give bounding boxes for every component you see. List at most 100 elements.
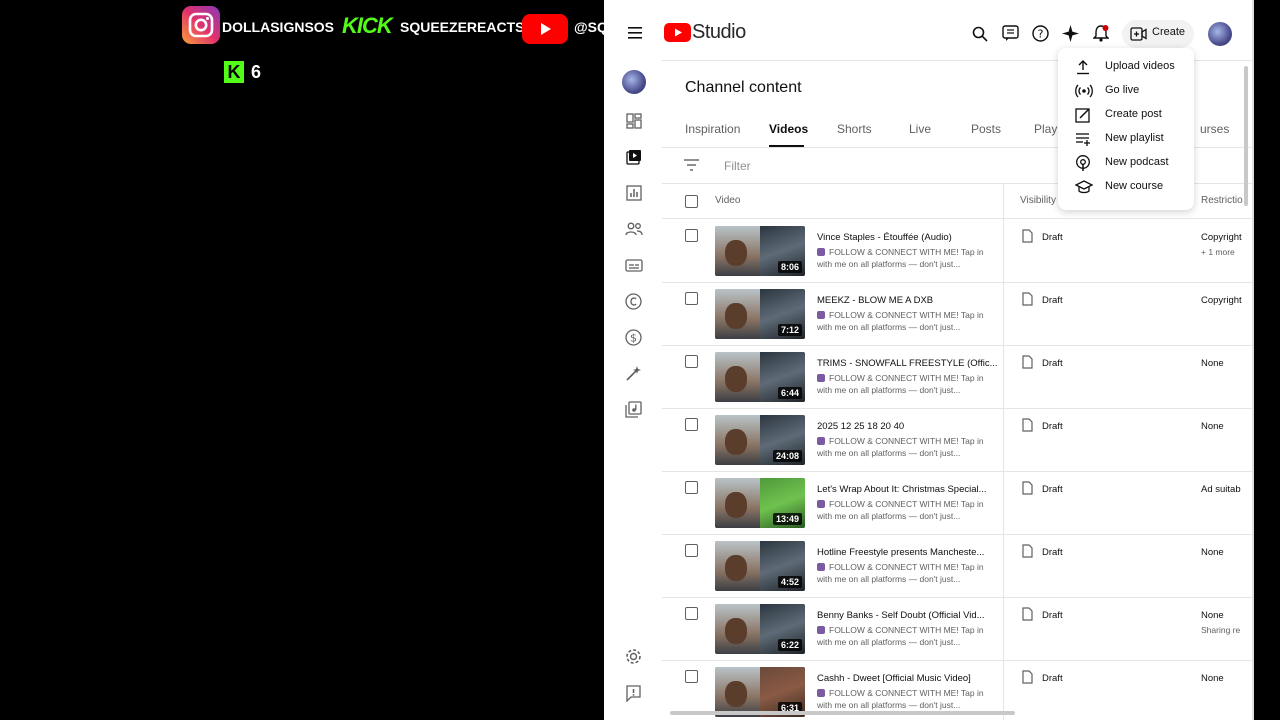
studio-logo-text[interactable]: Studio xyxy=(692,21,746,44)
content-icon[interactable] xyxy=(626,149,642,165)
column-header-visibility[interactable]: Visibility xyxy=(1020,195,1056,206)
search-icon[interactable] xyxy=(972,26,988,42)
tab-playlists[interactable]: Playl xyxy=(1034,122,1060,136)
notifications-bell-icon[interactable] xyxy=(1093,24,1109,42)
draft-icon xyxy=(1022,481,1033,495)
youtube-handle: @SQ xyxy=(574,19,604,35)
live-broadcast-icon xyxy=(1075,84,1093,98)
row-checkbox[interactable] xyxy=(685,229,698,242)
row-checkbox[interactable] xyxy=(685,292,698,305)
video-description: FOLLOW & CONNECT WITH ME! Tap in with me… xyxy=(817,499,984,521)
dashboard-icon[interactable] xyxy=(626,113,642,129)
video-description-emoji-icon xyxy=(817,500,825,508)
video-duration: 4:52 xyxy=(777,576,802,588)
table-row[interactable]: 6:44 TRIMS - SNOWFALL FREESTYLE (Offic..… xyxy=(604,345,1254,408)
menu-item-create-post[interactable]: Create post xyxy=(1058,103,1194,127)
video-thumbnail[interactable]: 24:08 xyxy=(715,415,805,465)
menu-item-new-playlist[interactable]: New playlist xyxy=(1058,127,1194,151)
menu-item-label: Upload videos xyxy=(1105,60,1175,72)
instagram-handle: DOLLASIGNSOS xyxy=(222,19,335,35)
svg-text:?: ? xyxy=(1038,28,1044,41)
video-title[interactable]: Hotline Freestyle presents Mancheste... xyxy=(817,547,984,558)
video-thumbnail[interactable]: 13:49 xyxy=(715,478,805,528)
menu-item-new-podcast[interactable]: New podcast xyxy=(1058,151,1194,175)
select-all-checkbox[interactable] xyxy=(685,195,698,208)
row-checkbox[interactable] xyxy=(685,418,698,431)
menu-item-upload-videos[interactable]: Upload videos xyxy=(1058,55,1194,79)
visibility-status[interactable]: Draft xyxy=(1042,358,1063,369)
window-edge xyxy=(1252,0,1254,720)
draft-icon xyxy=(1022,418,1033,432)
video-description-emoji-icon xyxy=(817,563,825,571)
menu-item-label: Create post xyxy=(1105,108,1162,120)
visibility-status[interactable]: Draft xyxy=(1042,295,1063,306)
vertical-scrollbar[interactable] xyxy=(1244,66,1248,206)
table-row[interactable]: 8:06 Vince Staples - Étouffée (Audio) FO… xyxy=(604,219,1254,282)
row-checkbox[interactable] xyxy=(685,544,698,557)
draft-icon xyxy=(1022,670,1033,684)
filter-input[interactable]: Filter xyxy=(724,159,751,173)
video-thumbnail[interactable]: 8:06 xyxy=(715,226,805,276)
restriction-status: Copyright xyxy=(1201,232,1242,243)
video-title[interactable]: 2025 12 25 18 20 40 xyxy=(817,421,904,432)
row-checkbox[interactable] xyxy=(685,481,698,494)
draft-icon xyxy=(1022,355,1033,369)
video-title[interactable]: Cashh - Dweet [Official Music Video] xyxy=(817,673,971,684)
video-thumbnail[interactable]: 6:22 xyxy=(715,604,805,654)
menu-icon[interactable] xyxy=(628,27,642,39)
youtube-studio-logo-icon[interactable] xyxy=(664,23,691,42)
visibility-status[interactable]: Draft xyxy=(1042,673,1063,684)
edit-post-icon xyxy=(1075,108,1090,123)
video-thumbnail[interactable]: 6:44 xyxy=(715,352,805,402)
account-avatar[interactable] xyxy=(1208,22,1232,46)
visibility-status[interactable]: Draft xyxy=(1042,610,1063,621)
tab-posts[interactable]: Posts xyxy=(971,122,1001,136)
tab-videos[interactable]: Videos xyxy=(769,122,808,136)
menu-item-new-course[interactable]: New course xyxy=(1058,175,1194,199)
create-button[interactable]: Create xyxy=(1122,20,1194,48)
analytics-icon[interactable] xyxy=(626,185,642,201)
kick-logo: KICK xyxy=(342,13,393,38)
table-row[interactable]: 7:12 MEEKZ - BLOW ME A DXB FOLLOW & CONN… xyxy=(604,282,1254,345)
table-row[interactable]: 13:49 Let's Wrap About It: Christmas Spe… xyxy=(604,471,1254,534)
video-thumbnail[interactable]: 7:12 xyxy=(715,289,805,339)
video-title[interactable]: Vince Staples - Étouffée (Audio) xyxy=(817,232,952,243)
row-checkbox[interactable] xyxy=(685,670,698,683)
kick-icon: K xyxy=(224,61,244,83)
horizontal-scrollbar[interactable] xyxy=(670,711,1015,715)
help-icon[interactable]: ? xyxy=(1032,25,1049,42)
tab-live[interactable]: Live xyxy=(909,122,931,136)
studio-window: Studio ? Create $ Channel content Inspir… xyxy=(604,0,1254,720)
row-checkbox[interactable] xyxy=(685,607,698,620)
menu-item-go-live[interactable]: Go live xyxy=(1058,79,1194,103)
tab-courses[interactable]: urses xyxy=(1200,122,1229,136)
table-row[interactable]: 24:08 2025 12 25 18 20 40 FOLLOW & CONNE… xyxy=(604,408,1254,471)
video-duration: 13:49 xyxy=(772,513,802,525)
video-duration: 7:12 xyxy=(777,324,802,336)
video-title[interactable]: Let's Wrap About It: Christmas Special..… xyxy=(817,484,987,495)
video-title[interactable]: Benny Banks - Self Doubt (Official Vid..… xyxy=(817,610,985,621)
video-thumbnail[interactable]: 4:52 xyxy=(715,541,805,591)
ai-sparkle-icon[interactable] xyxy=(1062,25,1079,42)
visibility-status[interactable]: Draft xyxy=(1042,232,1063,243)
column-header-restrictions[interactable]: Restrictio xyxy=(1201,195,1243,206)
visibility-status[interactable]: Draft xyxy=(1042,421,1063,432)
channel-avatar[interactable] xyxy=(622,70,646,94)
visibility-status[interactable]: Draft xyxy=(1042,484,1063,495)
filter-icon[interactable] xyxy=(684,159,699,171)
menu-item-label: New podcast xyxy=(1105,156,1169,168)
video-description-emoji-icon xyxy=(817,626,825,634)
restriction-status: None xyxy=(1201,610,1224,621)
table-row[interactable]: 4:52 Hotline Freestyle presents Manchest… xyxy=(604,534,1254,597)
video-title[interactable]: TRIMS - SNOWFALL FREESTYLE (Offic... xyxy=(817,358,998,369)
tab-inspiration[interactable]: Inspiration xyxy=(685,122,740,136)
video-thumbnail[interactable]: 6:31 xyxy=(715,667,805,717)
table-row[interactable]: 6:22 Benny Banks - Self Doubt (Official … xyxy=(604,597,1254,660)
tab-shorts[interactable]: Shorts xyxy=(837,122,872,136)
column-header-video[interactable]: Video xyxy=(715,195,740,206)
row-checkbox[interactable] xyxy=(685,355,698,368)
visibility-status[interactable]: Draft xyxy=(1042,547,1063,558)
video-title[interactable]: MEEKZ - BLOW ME A DXB xyxy=(817,295,933,306)
video-duration: 6:22 xyxy=(777,639,802,651)
messages-icon[interactable] xyxy=(1002,25,1019,42)
